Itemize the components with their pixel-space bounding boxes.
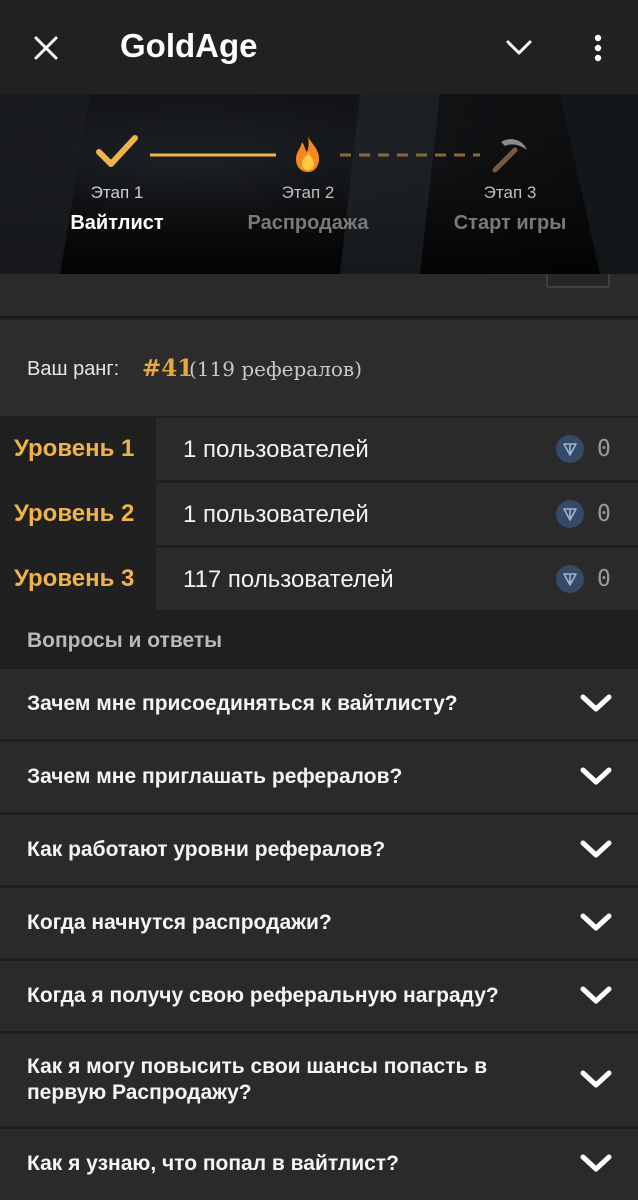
ton-icon	[556, 435, 584, 463]
faq-header: Вопросы и ответы	[0, 613, 638, 667]
faq-question: Как я могу повысить свои шансы попасть в…	[27, 1055, 488, 1104]
close-button[interactable]	[22, 24, 70, 72]
level-reward: 0	[597, 566, 611, 592]
chevron-down-icon	[580, 767, 612, 785]
chevron-down-icon	[580, 840, 612, 858]
stage-label: Старт игры	[453, 212, 567, 234]
stage-2: Этап 2 Распродажа	[236, 183, 380, 236]
level-reward: 0	[597, 501, 611, 527]
level-body: 1 пользователей 0	[156, 418, 638, 480]
stage-label: Распродажа	[247, 212, 369, 234]
section-divider	[0, 274, 638, 318]
chevron-down-icon	[580, 1070, 612, 1088]
chevron-down-icon	[580, 986, 612, 1004]
level-label: Уровень 3	[14, 565, 135, 592]
faq-item[interactable]: Как я могу повысить свои шансы попасть в…	[0, 1034, 638, 1126]
rank-label: Ваш ранг:	[27, 358, 120, 380]
level-tag: Уровень 1	[0, 418, 154, 480]
level-reward: 0	[597, 436, 611, 462]
rank-value: #41	[142, 355, 194, 382]
rank-referrals: (119 рефералов)	[189, 357, 362, 381]
faq-item[interactable]: Как работают уровни рефералов?	[0, 815, 638, 885]
fire-icon	[296, 136, 319, 172]
faq-question: Когда я получу свою реферальную награду?	[27, 984, 499, 1007]
faq-item[interactable]: Когда начнутся распродажи?	[0, 888, 638, 958]
level-tag: Уровень 3	[0, 548, 154, 610]
chevron-down-icon	[580, 1154, 612, 1172]
level-row: Уровень 1 1 пользователей 0	[0, 418, 638, 480]
stage-3: Этап 3 Старт игры	[443, 183, 577, 236]
level-row: Уровень 3 117 пользователей 0	[0, 548, 638, 610]
collapse-button[interactable]	[495, 24, 543, 72]
close-icon	[34, 36, 58, 60]
level-users: 1 пользователей	[183, 501, 369, 528]
faq-item[interactable]: Зачем мне присоединяться к вайтлисту?	[0, 669, 638, 739]
faq-title: Вопросы и ответы	[27, 629, 223, 652]
level-users: 1 пользователей	[183, 436, 369, 463]
app-title: GoldAge	[120, 27, 258, 64]
top-bar: GoldAge	[0, 0, 638, 94]
faq-question: Когда начнутся распродажи?	[27, 911, 332, 934]
stage-label: Вайтлист	[70, 212, 164, 234]
more-menu-button[interactable]	[578, 24, 618, 72]
level-body: 117 пользователей 0	[156, 548, 638, 610]
stage-number: Этап 2	[281, 183, 335, 202]
level-users: 117 пользователей	[183, 566, 394, 593]
stage-number: Этап 3	[483, 183, 537, 202]
level-row: Уровень 2 1 пользователей 0	[0, 483, 638, 545]
chevron-down-icon	[580, 694, 612, 712]
level-label: Уровень 1	[14, 435, 135, 462]
band-tab[interactable]	[546, 274, 610, 288]
level-body: 1 пользователей 0	[156, 483, 638, 545]
faq-item[interactable]: Зачем мне приглашать рефералов?	[0, 742, 638, 812]
ton-icon	[556, 565, 584, 593]
stage-banner: Этап 1 Вайтлист Этап 2 Распродажа Этап 3…	[0, 94, 638, 274]
faq-question: Зачем мне присоединяться к вайтлисту?	[27, 692, 458, 715]
faq-question: Зачем мне приглашать рефералов?	[27, 765, 403, 788]
stage-1: Этап 1 Вайтлист	[62, 183, 172, 236]
pickaxe-icon	[492, 139, 527, 173]
faq-item[interactable]: Когда я получу свою реферальную награду?	[0, 961, 638, 1031]
more-vertical-icon	[594, 34, 602, 62]
check-icon	[96, 135, 138, 167]
level-tag: Уровень 2	[0, 483, 154, 545]
faq-question: Как я узнаю, что попал в вайтлист?	[27, 1152, 399, 1175]
chevron-down-icon	[506, 40, 532, 55]
level-label: Уровень 2	[14, 500, 135, 527]
ton-icon	[556, 500, 584, 528]
chevron-down-icon	[580, 913, 612, 931]
faq-question: Как работают уровни рефералов?	[27, 838, 386, 861]
stage-number: Этап 1	[90, 183, 144, 202]
faq-item[interactable]: Как я узнаю, что попал в вайтлист?	[0, 1129, 638, 1200]
